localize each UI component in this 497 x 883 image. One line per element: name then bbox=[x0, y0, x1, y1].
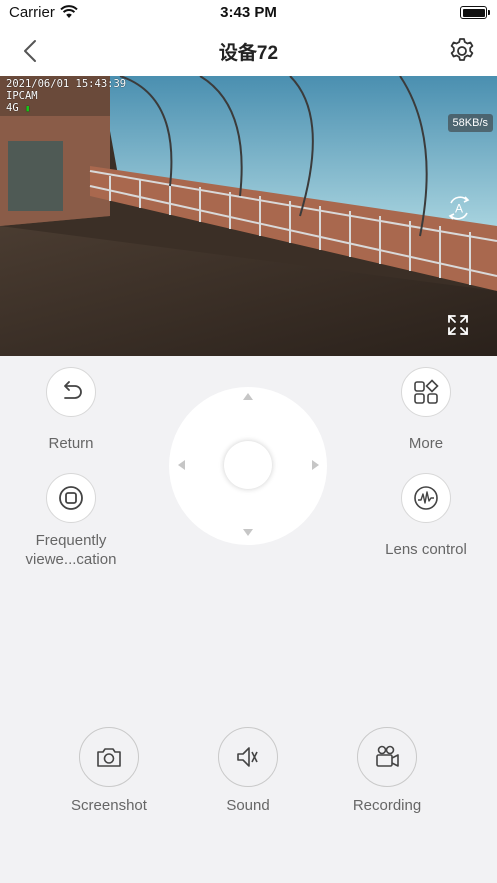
more-button[interactable] bbox=[401, 367, 451, 417]
recording-label: Recording bbox=[352, 797, 422, 814]
apps-grid-icon bbox=[414, 379, 439, 404]
screenshot-button[interactable] bbox=[79, 727, 139, 787]
video-osd: 2021/06/01 15:43:39 IPCAM 4G ▮ bbox=[6, 78, 126, 115]
preset-location-icon bbox=[59, 486, 83, 510]
return-label: Return bbox=[48, 435, 94, 452]
page-title: 设备72 bbox=[218, 43, 279, 64]
osd-timestamp: 2021/06/01 15:43:39 bbox=[6, 78, 127, 90]
return-icon bbox=[64, 381, 82, 399]
arrow-down-icon[interactable] bbox=[243, 529, 253, 536]
arrow-left-icon[interactable] bbox=[178, 460, 185, 470]
frequently-viewed-label: Frequently viewe...cation bbox=[25, 532, 117, 568]
auto-rotate-button[interactable]: A bbox=[445, 194, 473, 222]
recording-button[interactable] bbox=[357, 727, 417, 787]
bitrate-badge: 58KB/s bbox=[447, 114, 493, 132]
lens-control-label: Lens control bbox=[385, 541, 467, 558]
lens-waveform-icon bbox=[414, 486, 438, 510]
settings-button[interactable] bbox=[447, 36, 477, 66]
ptz-joystick[interactable] bbox=[169, 387, 327, 545]
arrow-up-icon[interactable] bbox=[243, 393, 253, 400]
battery-icon bbox=[460, 6, 490, 19]
fullscreen-button[interactable] bbox=[447, 314, 469, 336]
sound-label: Sound bbox=[226, 797, 270, 814]
status-bar: Carrier 3:43 PM bbox=[0, 0, 497, 26]
sound-button[interactable] bbox=[218, 727, 278, 787]
signal-icon: ▮ bbox=[24, 104, 31, 114]
expand-icon bbox=[448, 315, 468, 335]
auto-rotate-label: A bbox=[455, 202, 463, 216]
camera-feed-image bbox=[0, 76, 497, 356]
gear-icon bbox=[450, 38, 474, 61]
osd-network: 4G bbox=[6, 102, 19, 114]
arrow-right-icon[interactable] bbox=[312, 460, 319, 470]
return-button[interactable] bbox=[46, 367, 96, 417]
osd-camera-name: IPCAM bbox=[6, 90, 38, 102]
video-camera-icon bbox=[376, 745, 399, 767]
lens-control-button[interactable] bbox=[401, 473, 451, 523]
frequently-viewed-button[interactable] bbox=[46, 473, 96, 523]
joystick-knob[interactable] bbox=[224, 441, 272, 489]
live-video-view[interactable]: 2021/06/01 15:43:39 IPCAM 4G ▮ 58KB/s A bbox=[0, 76, 497, 356]
auto-rotate-icon: A bbox=[448, 196, 470, 220]
navigation-bar: 设备72 bbox=[0, 26, 497, 76]
screenshot-label: Screenshot bbox=[71, 797, 147, 814]
status-time: 3:43 PM bbox=[220, 4, 277, 21]
more-label: More bbox=[408, 435, 444, 452]
camera-icon bbox=[97, 748, 121, 767]
speaker-muted-icon bbox=[237, 747, 258, 767]
